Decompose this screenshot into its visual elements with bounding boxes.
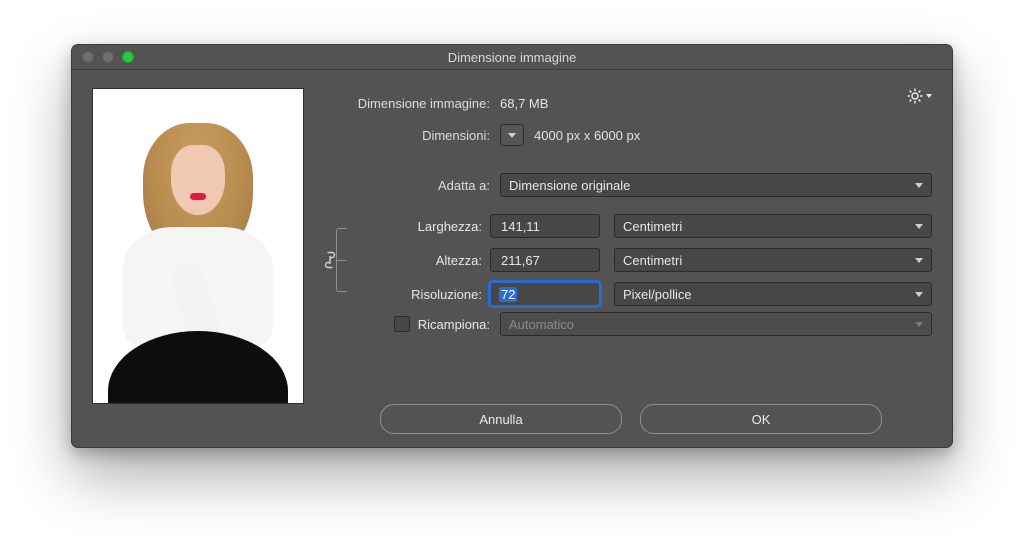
image-size-dialog: Dimensione immagine <box>71 44 953 448</box>
window-close-button[interactable] <box>82 51 94 63</box>
resolution-unit-value: Pixel/pollice <box>623 287 692 302</box>
resolution-row: Risoluzione: 72 Pixel/pollice <box>358 282 932 306</box>
height-unit-value: Centimetri <box>623 253 682 268</box>
width-label: Larghezza: <box>358 219 490 234</box>
height-row: Altezza: Centimetri <box>358 248 932 272</box>
chevron-down-icon <box>915 292 923 297</box>
resolution-label: Risoluzione: <box>358 287 490 302</box>
fit-to-label: Adatta a: <box>330 178 490 193</box>
dimensions-label: Dimensioni: <box>330 128 490 143</box>
window-title: Dimensione immagine <box>448 50 577 65</box>
resample-label: Ricampiona: <box>418 317 490 332</box>
height-label: Altezza: <box>358 253 490 268</box>
dimensions-unit-button[interactable] <box>500 124 524 146</box>
width-input-field[interactable] <box>499 218 591 235</box>
resample-checkbox[interactable] <box>394 316 410 332</box>
chevron-down-icon <box>915 183 923 188</box>
image-size-label: Dimensione immagine: <box>330 96 490 111</box>
ok-button-label: OK <box>752 412 771 427</box>
cancel-button-label: Annulla <box>479 412 522 427</box>
image-size-row: Dimensione immagine: 68,7 MB <box>330 88 932 118</box>
dimensions-value: 4000 px x 6000 px <box>534 128 640 143</box>
height-input-field[interactable] <box>499 252 591 269</box>
dialog-footer: Annulla OK <box>330 394 932 434</box>
window-controls <box>82 51 134 63</box>
fit-to-value: Dimensione originale <box>509 178 630 193</box>
resample-row: Ricampiona: Automatico <box>330 312 932 336</box>
width-input[interactable] <box>490 214 600 238</box>
dimension-fields: Larghezza: Centimetri Altezza: <box>330 214 932 306</box>
chevron-down-icon <box>508 133 516 138</box>
preview-pane <box>92 88 304 434</box>
link-rail <box>330 228 352 292</box>
image-size-value: 68,7 MB <box>500 96 932 111</box>
chevron-down-icon <box>915 322 923 327</box>
dimensions-row: Dimensioni: 4000 px x 6000 px <box>330 120 932 150</box>
width-row: Larghezza: Centimetri <box>358 214 932 238</box>
settings-menu-button[interactable] <box>907 88 932 104</box>
titlebar: Dimensione immagine <box>72 45 952 70</box>
chevron-down-icon <box>926 94 932 98</box>
height-unit-select[interactable]: Centimetri <box>614 248 932 272</box>
image-preview[interactable] <box>92 88 304 404</box>
cancel-button[interactable]: Annulla <box>380 404 622 434</box>
fit-to-row: Adatta a: Dimensione originale <box>330 170 932 200</box>
link-icon <box>324 250 336 270</box>
width-unit-select[interactable]: Centimetri <box>614 214 932 238</box>
height-input[interactable] <box>490 248 600 272</box>
chevron-down-icon <box>915 258 923 263</box>
dialog-body: Dimensione immagine: 68,7 MB Dimensioni:… <box>72 70 952 448</box>
constrain-proportions-button[interactable] <box>322 248 338 272</box>
form-pane: Dimensione immagine: 68,7 MB Dimensioni:… <box>330 88 932 434</box>
canvas: Dimensione immagine <box>0 0 1024 536</box>
resolution-input[interactable]: 72 <box>490 282 600 306</box>
chevron-down-icon <box>915 224 923 229</box>
resolution-input-value: 72 <box>499 287 517 302</box>
resample-method-select: Automatico <box>500 312 932 336</box>
gear-icon <box>907 88 923 104</box>
resample-method-value: Automatico <box>509 317 574 332</box>
window-minimize-button[interactable] <box>102 51 114 63</box>
width-unit-value: Centimetri <box>623 219 682 234</box>
fit-to-select[interactable]: Dimensione originale <box>500 173 932 197</box>
ok-button[interactable]: OK <box>640 404 882 434</box>
window-zoom-button[interactable] <box>122 51 134 63</box>
resolution-unit-select[interactable]: Pixel/pollice <box>614 282 932 306</box>
